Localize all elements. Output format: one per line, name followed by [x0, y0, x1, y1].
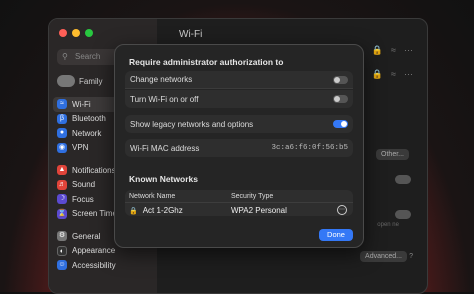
appearance-icon: ◐ [57, 245, 67, 256]
sidebar-item-label: Appearance [72, 246, 116, 256]
family-label: Family [79, 76, 103, 86]
zoom-button[interactable] [85, 29, 93, 37]
sidebar-item-label: Wi-Fi [72, 99, 91, 109]
wifi-icon: ≈ [57, 99, 67, 110]
search-icon: ⚲ [62, 52, 68, 61]
legacy-label: Show legacy networks and options [130, 119, 254, 129]
turn-wifi-row: Turn Wi-Fi on or off [125, 90, 353, 108]
bluetooth-icon: β [57, 113, 67, 124]
known-networks-table: Network Name Security Type 🔒 Act 1-2Ghz W… [125, 190, 353, 216]
mac-row: Wi-Fi MAC address 3c:a6:f6:0f:56:b5 [125, 139, 353, 157]
page-title: Wi-Fi [179, 29, 203, 40]
lock-icon: 🔒 [371, 69, 384, 79]
turn-wifi-toggle[interactable] [333, 95, 348, 103]
advanced-button[interactable]: Advanced... [360, 251, 407, 262]
turn-wifi-label: Turn Wi-Fi on or off [130, 94, 199, 104]
sidebar-item-label: VPN [72, 143, 89, 153]
change-networks-toggle[interactable] [333, 75, 348, 84]
table-row[interactable]: 🔒 Act 1-2Ghz WPA2 Personal ⋯ [125, 203, 353, 216]
other-button[interactable]: Other... [376, 149, 409, 160]
change-networks-row: Change networks [125, 71, 353, 89]
sidebar-item-label: Focus [72, 194, 94, 204]
mac-value: 3c:a6:f6:0f:56:b5 [271, 144, 348, 152]
mac-label: Wi-Fi MAC address [130, 143, 200, 153]
lock-icon: 🔒 [129, 207, 138, 215]
col-network-name[interactable]: Network Name [125, 193, 231, 200]
more-icon[interactable]: ⋯ [337, 205, 347, 215]
hourglass-icon: ⌛ [57, 208, 67, 219]
network-name-cell: 🔒 Act 1-2Ghz [125, 206, 231, 215]
window-controls [59, 29, 93, 37]
table-header: Network Name Security Type [125, 190, 353, 203]
more-icon[interactable]: ⋯ [404, 69, 413, 80]
known-networks-title: Known Networks [129, 174, 198, 184]
sidebar-item-accessibility[interactable]: ☺ Accessibility [53, 258, 153, 273]
globe-icon: ● [57, 128, 67, 139]
minimize-button[interactable] [72, 29, 80, 37]
change-networks-label: Change networks [130, 75, 193, 84]
wifi-options-dialog: Require administrator authorization to C… [114, 44, 364, 248]
search-placeholder: Search [75, 52, 101, 61]
sidebar-item-label: Bluetooth [72, 114, 106, 124]
speaker-icon: ♬ [57, 179, 67, 190]
sidebar-item-label: Screen Time [72, 209, 117, 219]
lock-icon: 🔒 [371, 45, 384, 55]
close-button[interactable] [59, 29, 67, 37]
moon-icon: ☽ [57, 194, 67, 205]
sidebar-item-family[interactable]: Family [57, 75, 103, 87]
background-toggle[interactable] [395, 175, 411, 184]
family-avatar [57, 75, 75, 87]
network-row-icons: 🔒 ≈ ⋯ [372, 45, 413, 56]
network-row-icons: 🔒 ≈ ⋯ [372, 69, 413, 80]
help-icon[interactable]: ? [409, 253, 413, 260]
sidebar-item-label: General [72, 231, 101, 241]
network-security: WPA2 Personal [231, 205, 287, 215]
wifi-signal-icon: ≈ [391, 69, 396, 79]
network-name: Act 1-2Ghz [142, 205, 183, 215]
admin-auth-title: Require administrator authorization to [129, 57, 284, 67]
gear-icon: ⚙ [57, 231, 67, 242]
vpn-icon: ◉ [57, 142, 67, 153]
legacy-toggle[interactable] [333, 120, 348, 128]
more-icon[interactable]: ⋯ [404, 45, 413, 56]
legacy-row: Show legacy networks and options [125, 115, 353, 133]
bell-icon: ▲ [57, 165, 67, 176]
background-toggle[interactable] [395, 210, 411, 219]
wifi-signal-icon: ≈ [391, 45, 396, 55]
col-security-type[interactable]: Security Type [231, 193, 273, 200]
partial-text: open ne [377, 222, 399, 228]
accessibility-icon: ☺ [57, 260, 67, 271]
sidebar-item-label: Sound [72, 180, 96, 190]
sidebar-item-label: Network [72, 128, 102, 138]
done-button[interactable]: Done [319, 229, 353, 241]
sidebar-item-label: Accessibility [72, 260, 116, 270]
sidebar-item-label: Notifications [72, 165, 116, 175]
